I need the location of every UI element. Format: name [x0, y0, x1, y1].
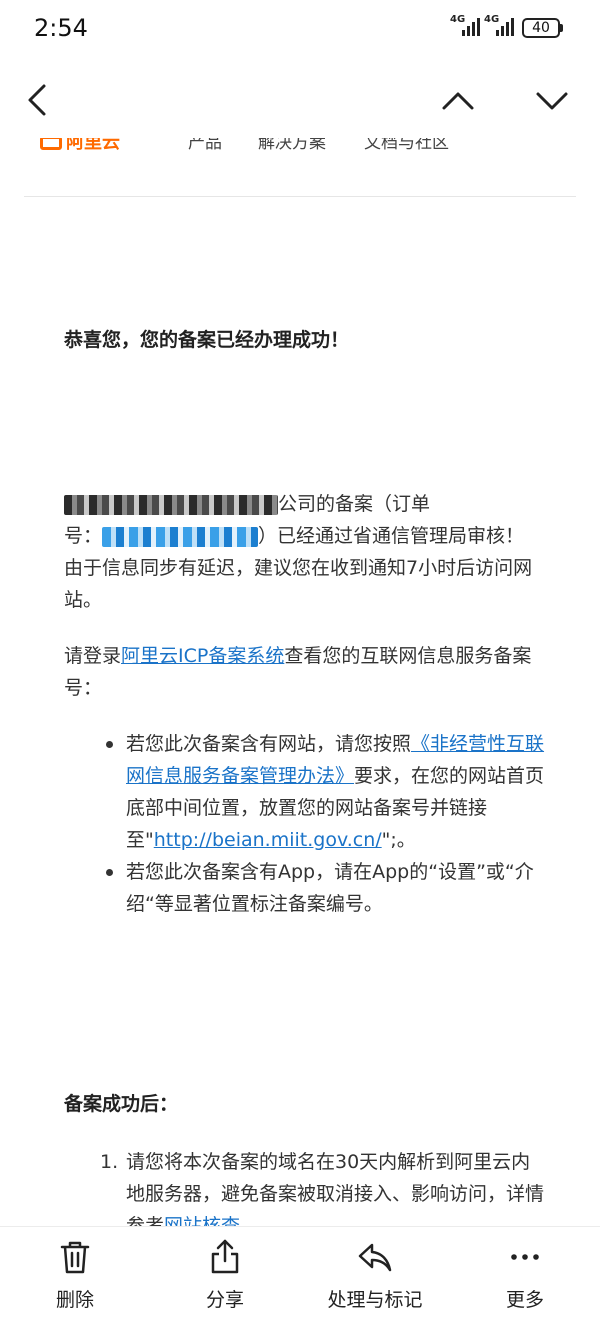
bottom-toolbar: 删除 分享 处理与标记 更多 [0, 1226, 600, 1325]
mail-content[interactable]: 阿里云 产品 解决方案 文档与社区 恭喜您，您的备案已经办理成功！ 公司的备案（… [0, 110, 600, 1226]
more-dots-icon [511, 1254, 539, 1260]
status-bar: 2:54 4G 4G 40 [0, 0, 600, 60]
congrats-heading: 恭喜您，您的备案已经办理成功！ [64, 329, 350, 351]
trash-icon [60, 1241, 90, 1274]
back-arrow-icon [28, 84, 46, 116]
redacted-order-number [102, 526, 259, 547]
share-icon [211, 1239, 239, 1274]
redacted-company-name [64, 494, 278, 515]
after-success-steps: 1. 请您将本次备案的域名在30天内解析到阿里云内地服务器，避免备案被取消接入、… [100, 1146, 546, 1226]
reply-icon [358, 1243, 392, 1272]
status-time: 2:54 [34, 14, 88, 42]
next-mail-button[interactable] [532, 80, 572, 120]
chevron-down-icon [536, 92, 568, 110]
list-item: 若您此次备案含有网站，请您按照《非经营性互联网信息服务备案管理办法》要求，在您的… [100, 728, 546, 856]
previous-mail-button[interactable] [438, 80, 478, 120]
login-paragraph: 请登录阿里云ICP备案系统查看您的互联网信息服务备案号： [64, 645, 532, 699]
beian-miit-link[interactable]: http://beian.miit.gov.cn/ [154, 829, 382, 851]
signal-icon [456, 18, 482, 36]
list-item: 1. 请您将本次备案的域名在30天内解析到阿里云内地服务器，避免备案被取消接入、… [100, 1146, 546, 1226]
signal-icon-2 [490, 18, 516, 36]
instruction-list: 若您此次备案含有网站，请您按照《非经营性互联网信息服务备案管理办法》要求，在您的… [100, 728, 546, 920]
approval-paragraph: 公司的备案（订单 号： ）已经通过省通信管理局审核！由于信息同步有延迟，建议您在收… [64, 493, 533, 611]
chevron-up-icon [442, 92, 474, 110]
nav-bar [0, 60, 600, 138]
delete-button[interactable]: 删除 [0, 1227, 150, 1325]
share-button[interactable]: 分享 [150, 1227, 300, 1325]
back-button[interactable] [18, 80, 58, 120]
aliyun-logo-icon [40, 136, 62, 150]
battery-tip [560, 24, 563, 32]
process-mark-button[interactable]: 处理与标记 [300, 1227, 450, 1325]
after-success-heading: 备案成功后： [64, 1093, 179, 1115]
site-check-link[interactable]: 网站核查 [164, 1215, 240, 1226]
list-item: 若您此次备案含有App，请在App的“设置”或“介绍“等显著位置标注备案编号。 [100, 856, 546, 920]
icp-system-link[interactable]: 阿里云ICP备案系统 [121, 645, 284, 667]
more-button[interactable]: 更多 [450, 1227, 600, 1325]
battery-icon: 40 [522, 18, 560, 38]
